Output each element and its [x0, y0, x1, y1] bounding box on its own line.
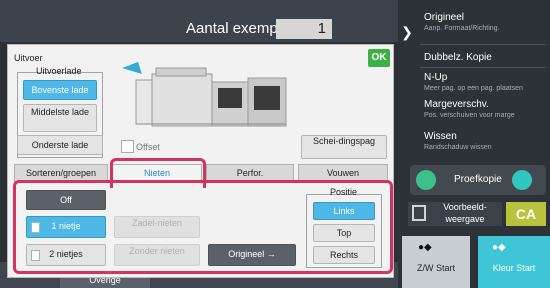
function-margin-shift[interactable]: Margeverschv. Pos. verschuiven voor marg… — [424, 99, 515, 119]
ok-button[interactable]: OK — [368, 49, 390, 67]
bw-dots-icon: ●◆ — [418, 242, 432, 253]
copies-label: Aantal exempl. — [186, 20, 286, 37]
separator-page-button[interactable]: Schei-dingspag — [301, 135, 387, 159]
bw-start-label: Z/W Start — [417, 263, 455, 273]
proof-copy-label: Proefkopie — [454, 174, 502, 185]
preview-icon — [412, 205, 426, 221]
clear-all-button[interactable]: CA — [506, 202, 546, 226]
offset-label: Offset — [136, 142, 160, 152]
offset-checkbox[interactable] — [121, 140, 134, 153]
function-erase[interactable]: Wissen Randschaduw wissen — [424, 131, 492, 151]
tray-middle-button[interactable]: Middelste lade — [23, 104, 97, 132]
proof-icon — [416, 170, 436, 190]
color-dots-icon: ●◆ — [492, 242, 506, 253]
function-duplex[interactable]: Dubbelz. Kopie — [424, 52, 492, 63]
preview-label: Voorbeeld-weergave — [443, 202, 487, 224]
tray-top-button[interactable]: Bovenste lade — [23, 80, 97, 100]
tray-bottom-button[interactable]: Onderste lade — [17, 135, 103, 155]
chevron-right-icon[interactable]: ❯ — [398, 12, 416, 52]
dialog-title: Uitvoer — [14, 53, 43, 63]
proof-start-icon[interactable] — [512, 170, 532, 190]
machine-image — [122, 62, 287, 127]
function-original[interactable]: Origineel Aanp. Formaat/Richting. — [424, 12, 499, 32]
function-n-up[interactable]: N-Up Meer pag. op een pag. plaatsen — [424, 72, 523, 92]
divider — [420, 67, 546, 68]
color-start-label: Kleur Start — [492, 263, 536, 273]
arrow-icon — [122, 62, 142, 74]
copies-input[interactable]: 1 — [276, 19, 332, 39]
tray-group-label: Uitvoerlade — [36, 66, 82, 76]
divider — [420, 44, 546, 45]
options-highlight — [13, 180, 393, 274]
